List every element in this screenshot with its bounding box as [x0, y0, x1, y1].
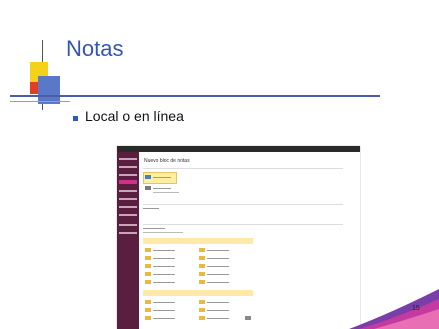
create-icon	[245, 316, 251, 320]
sidebar-item	[119, 206, 137, 208]
text-line	[153, 282, 175, 283]
text-line	[207, 266, 229, 267]
divider	[143, 224, 343, 225]
cloud-icon	[145, 175, 151, 179]
folder-icon	[199, 280, 205, 284]
folder-icon	[145, 300, 151, 304]
bullet-icon	[73, 116, 78, 121]
folder-icon	[199, 316, 205, 320]
text-line	[207, 258, 229, 259]
divider	[143, 204, 343, 205]
text-line	[153, 302, 175, 303]
text-line	[153, 188, 171, 189]
text-line	[207, 310, 229, 311]
sidebar-item	[119, 214, 137, 216]
folder-icon	[145, 264, 151, 268]
slide-title: Notas	[66, 36, 124, 61]
onenote-screenshot: Nuevo bloc de notas	[117, 146, 360, 329]
sidebar-item	[119, 224, 137, 226]
bullet-text: Local o en línea	[85, 108, 184, 124]
folder-icon	[199, 308, 205, 312]
folder-icon	[145, 256, 151, 260]
screenshot-titlebar	[117, 146, 360, 152]
text-line	[143, 208, 159, 209]
decorative-square-blue	[38, 76, 60, 104]
title-underline-accent	[10, 101, 70, 102]
text-line	[153, 192, 179, 193]
folder-icon	[145, 248, 151, 252]
sidebar-item	[119, 174, 137, 176]
section-header	[143, 238, 253, 244]
text-line	[153, 274, 175, 275]
folder-icon	[199, 264, 205, 268]
folder-icon	[145, 316, 151, 320]
text-line	[153, 250, 175, 251]
text-line	[207, 282, 229, 283]
computer-icon	[145, 186, 151, 190]
sidebar-item	[119, 232, 137, 234]
title-underline	[10, 95, 380, 97]
divider	[143, 168, 343, 169]
folder-icon	[145, 272, 151, 276]
text-line	[143, 228, 165, 229]
folder-icon	[199, 300, 205, 304]
folder-icon	[145, 280, 151, 284]
text-line	[143, 232, 183, 233]
text-line	[153, 310, 175, 311]
screenshot-sidebar	[117, 152, 139, 329]
folder-icon	[145, 308, 151, 312]
text-line	[207, 318, 229, 319]
screenshot-heading: Nuevo bloc de notas	[144, 158, 190, 164]
decorative-wave	[349, 289, 439, 329]
sidebar-item	[119, 166, 137, 168]
sidebar-item	[119, 198, 137, 200]
section-header	[143, 290, 253, 296]
sidebar-item	[119, 158, 137, 160]
text-line	[153, 266, 175, 267]
text-line	[207, 250, 229, 251]
text-line	[207, 302, 229, 303]
text-line	[207, 274, 229, 275]
text-line	[153, 177, 171, 178]
folder-icon	[199, 272, 205, 276]
sidebar-item	[119, 190, 137, 192]
text-line	[153, 258, 175, 259]
page-number: 15	[412, 305, 420, 312]
folder-icon	[199, 256, 205, 260]
slide: Notas Local o en línea Nuevo bloc de not…	[0, 0, 439, 329]
text-line	[153, 318, 175, 319]
folder-icon	[199, 248, 205, 252]
sidebar-item-active	[119, 180, 137, 184]
